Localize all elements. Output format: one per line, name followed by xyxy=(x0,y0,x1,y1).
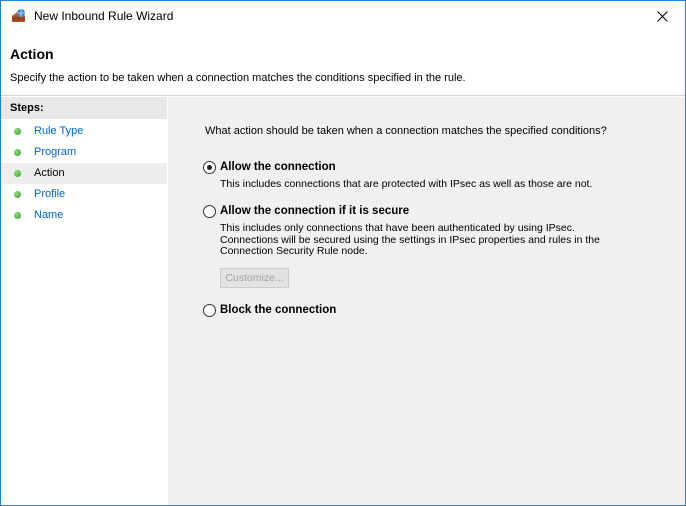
green-dot-icon xyxy=(14,212,21,219)
allow-secure-radio[interactable] xyxy=(203,205,216,218)
steps-heading: Steps: xyxy=(1,97,167,119)
header-divider xyxy=(1,95,685,96)
steps-list: Rule Type Program Action Profile Name xyxy=(1,121,167,226)
customize-button[interactable]: Customize... xyxy=(220,268,289,288)
firewall-icon xyxy=(10,8,27,24)
title-bar: New Inbound Rule Wizard xyxy=(1,1,685,31)
allow-secure-label[interactable]: Allow the connection if it is secure xyxy=(220,205,409,217)
allow-radio[interactable] xyxy=(203,161,216,174)
step-label: Rule Type xyxy=(34,125,84,137)
main-content: What action should be taken when a conne… xyxy=(168,97,685,505)
step-name[interactable]: Name xyxy=(1,205,167,226)
steps-sidebar: Steps: Rule Type Program Action Profile … xyxy=(1,97,167,505)
action-question: What action should be taken when a conne… xyxy=(205,125,607,137)
step-label: Action xyxy=(34,167,65,179)
step-program[interactable]: Program xyxy=(1,142,167,163)
wizard-window: New Inbound Rule Wizard Action Specify t… xyxy=(0,0,686,506)
green-dot-icon xyxy=(14,170,21,177)
step-profile[interactable]: Profile xyxy=(1,184,167,205)
green-dot-icon xyxy=(14,128,21,135)
page-title: Action xyxy=(10,46,54,62)
allow-label[interactable]: Allow the connection xyxy=(220,161,336,173)
allow-description: This includes connections that are prote… xyxy=(220,178,593,190)
step-label: Profile xyxy=(34,188,66,200)
page-description: Specify the action to be taken when a co… xyxy=(10,72,466,84)
close-icon xyxy=(656,10,668,22)
step-label: Program xyxy=(34,146,77,158)
step-action[interactable]: Action xyxy=(1,163,167,184)
green-dot-icon xyxy=(14,149,21,156)
wizard-header: Action Specify the action to be taken wh… xyxy=(1,31,685,97)
block-label[interactable]: Block the connection xyxy=(220,304,336,316)
allow-secure-description: This includes only connections that have… xyxy=(220,222,600,257)
step-rule-type[interactable]: Rule Type xyxy=(1,121,167,142)
window-title: New Inbound Rule Wizard xyxy=(34,9,174,23)
block-radio[interactable] xyxy=(203,304,216,317)
green-dot-icon xyxy=(14,191,21,198)
close-button[interactable] xyxy=(639,1,685,31)
step-label: Name xyxy=(34,209,64,221)
